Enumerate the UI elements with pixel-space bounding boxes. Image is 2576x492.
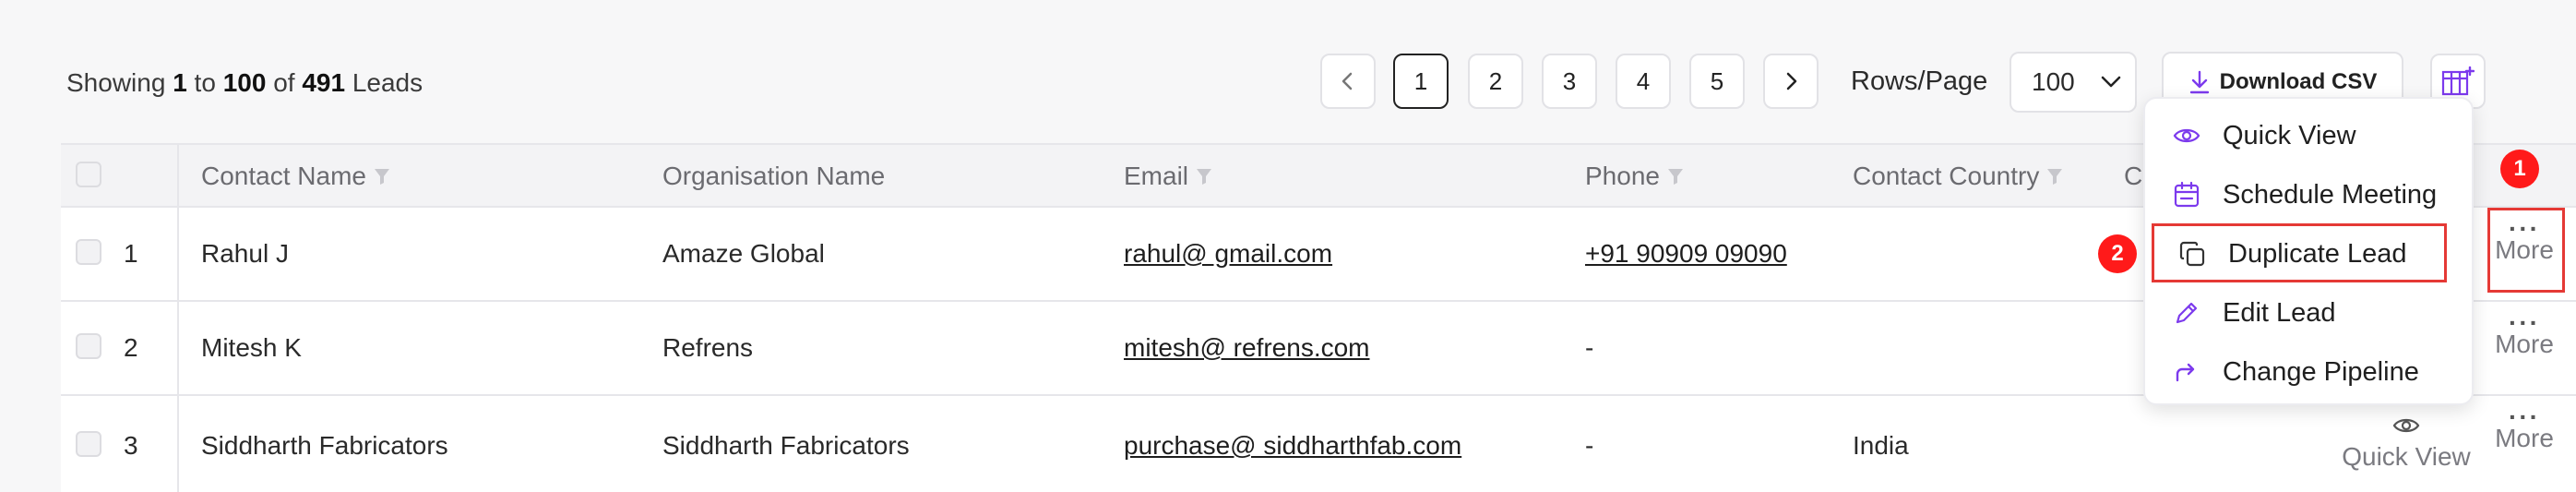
- organisation-name: Amaze Global: [662, 239, 825, 268]
- rows-per-page-select[interactable]: 100: [2010, 52, 2137, 113]
- duplicate-lead-highlight: [2152, 223, 2447, 282]
- phone-value: -: [1585, 431, 1594, 460]
- menu-item-schedule-meeting[interactable]: Schedule Meeting: [2173, 176, 2437, 213]
- row-number: 2: [124, 333, 138, 362]
- row-checkbox[interactable]: [76, 239, 101, 265]
- select-all-checkbox[interactable]: [76, 162, 101, 187]
- email-link[interactable]: purchase@ siddharthfab.com: [1124, 431, 1461, 461]
- page-button-3[interactable]: 3: [1542, 54, 1597, 109]
- page-button-1[interactable]: 1: [1393, 54, 1449, 109]
- organisation-name: Refrens: [662, 333, 754, 362]
- more-dots-icon: ···: [2509, 308, 2540, 337]
- more-label: More: [2495, 330, 2554, 358]
- more-button[interactable]: ··· More: [2489, 308, 2559, 359]
- more-dots-icon: ···: [2509, 402, 2540, 431]
- next-page-button[interactable]: [1763, 54, 1819, 109]
- phone-link[interactable]: +91 90909 09090: [1585, 239, 1787, 269]
- column-header-phone[interactable]: Phone: [1585, 162, 1684, 191]
- rows-per-page-value: 100: [2032, 67, 2075, 96]
- row-number: 1: [124, 239, 138, 268]
- filter-icon[interactable]: [1667, 167, 1684, 186]
- email-link[interactable]: mitesh@ refrens.com: [1124, 333, 1370, 363]
- step-badge-2: 2: [2098, 234, 2137, 273]
- page-button-5[interactable]: 5: [1689, 54, 1745, 109]
- column-header-partial[interactable]: C: [2124, 162, 2142, 191]
- column-header-contact-country[interactable]: Contact Country: [1853, 162, 2063, 191]
- contact-name[interactable]: Rahul J: [201, 239, 289, 269]
- pencil-icon: [2176, 302, 2198, 324]
- eye-icon: [2173, 128, 2200, 143]
- phone-value: -: [1585, 333, 1594, 362]
- more-label: More: [2495, 424, 2554, 452]
- prev-page-button[interactable]: [1320, 54, 1376, 109]
- quick-view-button[interactable]: Quick View: [2332, 413, 2480, 472]
- page-button-4[interactable]: 4: [1616, 54, 1671, 109]
- eye-icon: [2392, 418, 2420, 433]
- calendar-icon: [2174, 181, 2200, 208]
- menu-item-edit-lead[interactable]: Edit Lead: [2173, 294, 2336, 331]
- chevron-left-icon: [1342, 72, 1353, 90]
- download-csv-label: Download CSV: [2219, 69, 2378, 94]
- more-button[interactable]: ··· More: [2489, 402, 2559, 453]
- row-checkbox[interactable]: [76, 333, 101, 359]
- more-button-highlight: [2487, 208, 2565, 293]
- table-row[interactable]: 3 Siddharth Fabricators Siddharth Fabric…: [61, 394, 2576, 488]
- table-columns-add-icon: [2441, 66, 2475, 96]
- filter-icon[interactable]: [374, 167, 390, 186]
- row-checkbox[interactable]: [76, 431, 101, 457]
- results-summary: Showing 1 to 100 of 491 Leads: [66, 68, 423, 97]
- menu-item-change-pipeline[interactable]: Change Pipeline: [2173, 354, 2419, 390]
- contact-name[interactable]: Mitesh K: [201, 333, 302, 363]
- email-link[interactable]: rahul@ gmail.com: [1124, 239, 1332, 269]
- filter-icon[interactable]: [1196, 167, 1212, 186]
- filter-icon[interactable]: [2046, 167, 2063, 186]
- column-header-email[interactable]: Email: [1124, 162, 1212, 191]
- quick-view-label: Quick View: [2342, 442, 2471, 471]
- chevron-down-icon: [2101, 76, 2120, 88]
- forward-arrow-icon: [2176, 363, 2195, 382]
- chevron-right-icon: [1786, 72, 1797, 90]
- rows-per-page-label: Rows/Page: [1851, 66, 1988, 96]
- column-header-contact-name[interactable]: Contact Name: [201, 162, 390, 191]
- download-icon: [2189, 70, 2209, 94]
- page-button-2[interactable]: 2: [1468, 54, 1523, 109]
- menu-item-quick-view[interactable]: Quick View: [2173, 117, 2356, 154]
- row-number: 3: [124, 431, 138, 460]
- organisation-name: Siddharth Fabricators: [662, 431, 910, 460]
- column-header-organisation[interactable]: Organisation Name: [662, 162, 885, 191]
- contact-country: India: [1853, 431, 1909, 460]
- contact-name[interactable]: Siddharth Fabricators: [201, 431, 448, 461]
- step-badge-1: 1: [2500, 150, 2539, 188]
